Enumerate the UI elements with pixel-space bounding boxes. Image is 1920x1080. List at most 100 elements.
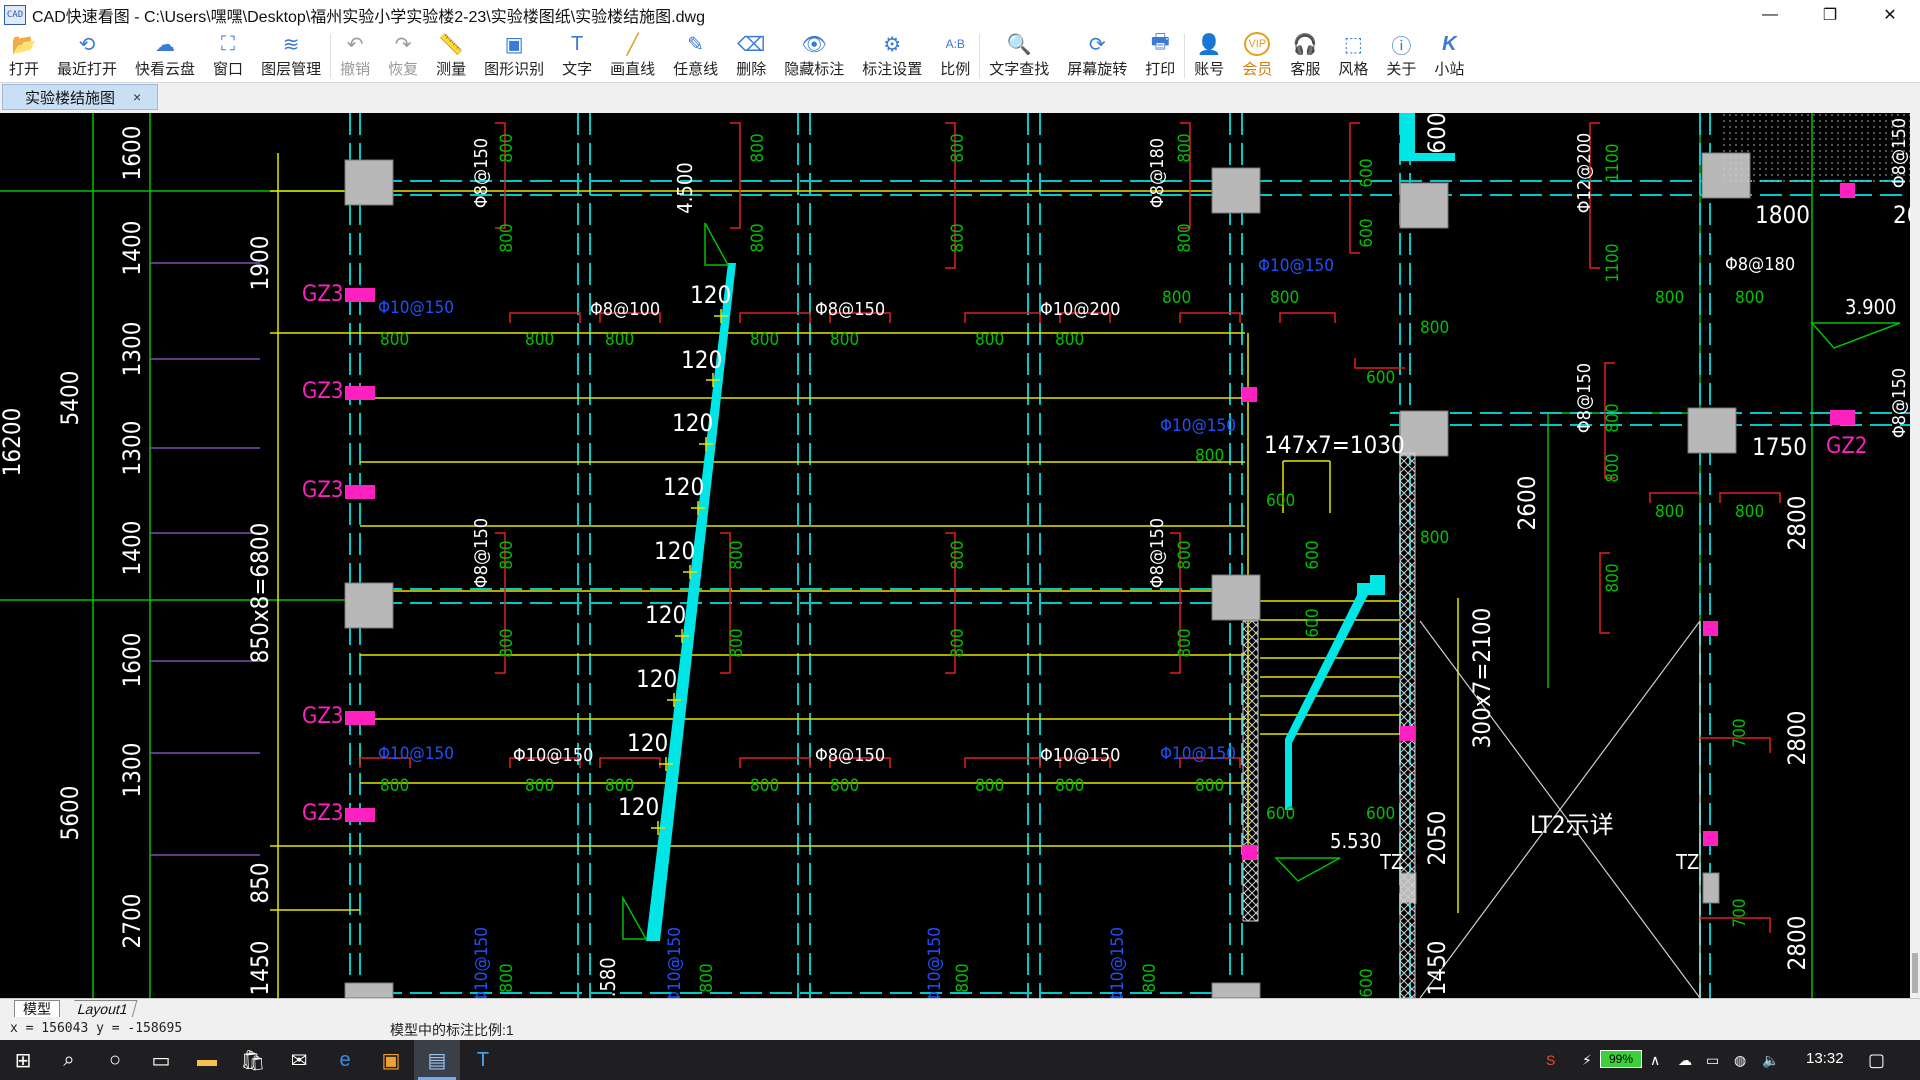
- cloud-tray-icon[interactable]: ☁: [1678, 1040, 1692, 1080]
- length-label: 800: [605, 776, 634, 796]
- print-button[interactable]: 🖶 打印: [1136, 30, 1184, 80]
- clock[interactable]: 13:32: [1806, 1050, 1844, 1067]
- window-button[interactable]: ⛶ 窗口: [204, 30, 252, 80]
- line-icon: ╱: [626, 33, 639, 56]
- length-label: 600: [1303, 608, 1323, 637]
- undo-button[interactable]: ↶ 撤销: [331, 30, 379, 80]
- minimize-button[interactable]: —: [1740, 0, 1800, 30]
- gz-label: GZ3: [302, 379, 344, 404]
- text-search-button[interactable]: 🔍 文字查找: [980, 30, 1058, 80]
- measure-button[interactable]: 📏 测量: [427, 30, 475, 80]
- network-icon[interactable]: ◍: [1734, 1040, 1746, 1080]
- layers-button[interactable]: ≋ 图层管理: [252, 30, 330, 80]
- open-button[interactable]: 📂 打开: [0, 30, 48, 80]
- blue-rebar-label: Φ10@150: [1258, 256, 1334, 276]
- stair-dim-text: 20: [1893, 201, 1910, 229]
- volume-icon[interactable]: 🔈: [1762, 1040, 1779, 1080]
- rebar-label: Φ8@150: [1574, 363, 1595, 433]
- stair-dim-text: 2050: [1423, 811, 1451, 866]
- freehand-icon: ✎: [687, 33, 705, 56]
- vip-button[interactable]: VIP 会员: [1233, 30, 1281, 80]
- redo-button[interactable]: ↷ 恢复: [379, 30, 427, 80]
- text-app-icon[interactable]: T: [460, 1040, 506, 1080]
- support-button[interactable]: 🎧 客服: [1281, 30, 1329, 80]
- rebar-label: Φ8@150: [471, 518, 492, 588]
- step-label: 120: [663, 473, 704, 501]
- length-label: 800: [748, 133, 768, 162]
- length-label: 600: [1357, 218, 1377, 247]
- hide-annotations-button[interactable]: 👁 隐藏标注: [775, 30, 853, 80]
- redo-icon: ↷: [394, 33, 412, 56]
- info-icon: ⓘ: [1391, 35, 1412, 58]
- mail-icon[interactable]: ✉: [276, 1040, 322, 1080]
- length-label: 600: [1303, 540, 1323, 569]
- file-explorer-icon[interactable]: ▬: [184, 1040, 230, 1080]
- app-icon[interactable]: ▣: [368, 1040, 414, 1080]
- sogou-ime-icon[interactable]: S: [1546, 1040, 1555, 1080]
- delete-button[interactable]: ⌫ 删除: [727, 30, 775, 80]
- length-label: 800: [497, 963, 517, 992]
- purple-dimension-lines: [150, 262, 260, 856]
- chevron-up-icon[interactable]: ∧: [1650, 1040, 1660, 1080]
- length-label: 800: [948, 223, 968, 252]
- dotted-fill: [1720, 113, 1910, 183]
- dim-text: 1400: [118, 221, 146, 276]
- length-label: 700: [1730, 898, 1750, 927]
- battery-tray-icon[interactable]: ▭: [1706, 1040, 1719, 1080]
- stair-dim-text: 147x7=1030: [1264, 431, 1405, 459]
- search-icon[interactable]: ⌕: [46, 1040, 92, 1080]
- cad-app-icon[interactable]: ▤: [414, 1040, 460, 1080]
- freehand-button[interactable]: ✎ 任意线: [664, 30, 727, 80]
- maximize-button[interactable]: ❐: [1800, 0, 1860, 30]
- task-view-icon[interactable]: ▭: [138, 1040, 184, 1080]
- blue-rebar-label: Φ10@150: [925, 927, 945, 998]
- stair-dim-text: 2800: [1783, 711, 1811, 766]
- close-tab-icon[interactable]: ×: [133, 89, 141, 105]
- scale-button[interactable]: A:B 比例: [931, 30, 979, 80]
- recent-button[interactable]: ⟲ 最近打开: [48, 30, 126, 80]
- vertical-scrollbar[interactable]: [1910, 113, 1920, 998]
- annotation-settings-button[interactable]: ⚙ 标注设置: [853, 30, 931, 80]
- style-button[interactable]: ⬚ 风格: [1329, 30, 1377, 80]
- rebar-label: Φ10@150: [513, 745, 593, 766]
- line-button[interactable]: ╱ 画直线: [601, 30, 664, 80]
- station-button[interactable]: K 小站: [1425, 30, 1473, 80]
- tab-document[interactable]: 实验楼结施图 ×: [2, 84, 158, 110]
- rebar-label: Φ8@150: [1147, 518, 1168, 588]
- text-button[interactable]: T 文字: [553, 30, 601, 80]
- tab-layout1[interactable]: Layout1: [69, 1000, 138, 1018]
- length-label: 800: [697, 963, 717, 992]
- column-blocks: [344, 152, 1751, 998]
- lt-label: LT2示详: [1530, 811, 1614, 839]
- length-label: 800: [748, 223, 768, 252]
- tab-model[interactable]: 模型: [14, 1000, 60, 1018]
- length-label: 800: [975, 776, 1004, 796]
- store-icon[interactable]: 🛍: [230, 1040, 276, 1080]
- gz-label: GZ3: [302, 478, 344, 503]
- shape-recognize-button[interactable]: ▣ 图形识别: [475, 30, 553, 80]
- length-label: 800: [525, 330, 554, 350]
- cortana-icon[interactable]: ○: [92, 1040, 138, 1080]
- rebar-label: Φ8@100: [590, 299, 660, 320]
- dim-text: 1300: [118, 421, 146, 476]
- length-label: 800: [975, 330, 1004, 350]
- length-label: 800: [605, 330, 634, 350]
- length-label: 800: [727, 628, 747, 657]
- cloud-button[interactable]: ☁ 快看云盘: [126, 30, 204, 80]
- dim-text: 1300: [118, 322, 146, 377]
- drawing-canvas[interactable]: 1600 1400 1300 1300 1400 1600 1300 2700 …: [0, 113, 1910, 998]
- length-label: 800: [727, 540, 747, 569]
- windows-start-icon[interactable]: ⊞: [0, 1040, 46, 1080]
- notification-icon[interactable]: ▢: [1868, 1040, 1885, 1080]
- scroll-thumb[interactable]: [1912, 953, 1918, 993]
- rotate-button[interactable]: ⟳ 屏幕旋转: [1058, 30, 1136, 80]
- rebar-label: Φ8@150: [1889, 368, 1910, 438]
- close-button[interactable]: ✕: [1860, 0, 1920, 30]
- power-icon: ⚡: [1582, 1051, 1592, 1068]
- edge-icon[interactable]: e: [322, 1040, 368, 1080]
- blue-rebar-label: Φ10@150: [472, 927, 492, 998]
- step-label: 120: [672, 409, 713, 437]
- account-button[interactable]: 👤 账号: [1185, 30, 1233, 80]
- battery-indicator[interactable]: 99%: [1600, 1050, 1642, 1068]
- about-button[interactable]: ⓘ 关于: [1377, 30, 1425, 80]
